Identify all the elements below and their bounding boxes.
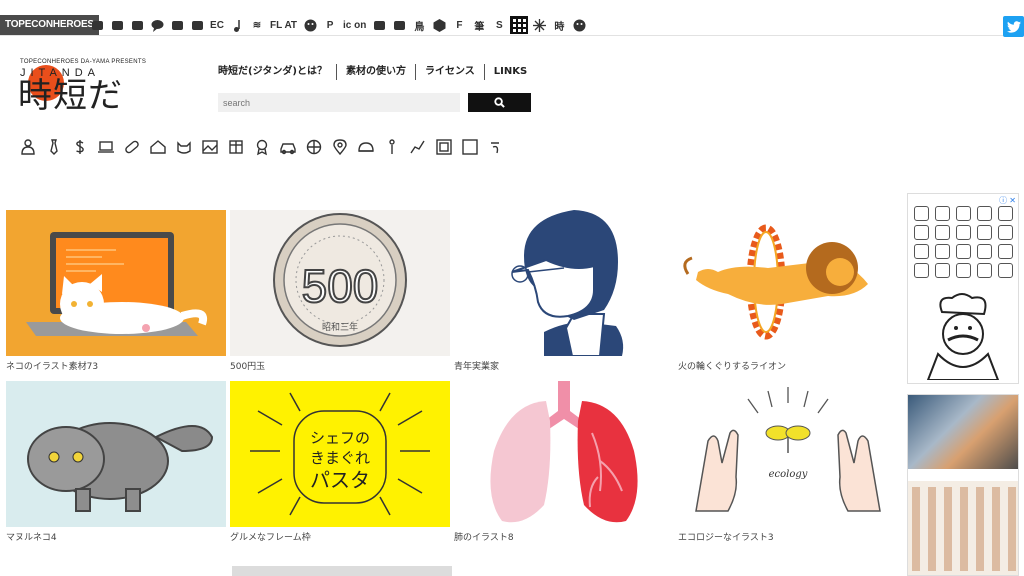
- ball-icon[interactable]: [304, 137, 324, 157]
- icon-site[interactable]: ic on: [341, 16, 368, 34]
- nav-links[interactable]: LINKS: [483, 64, 536, 80]
- square-icon[interactable]: [460, 137, 480, 157]
- necktie-icon[interactable]: [44, 137, 64, 157]
- nav-about[interactable]: 時短だ(ジタンダ)とは？: [218, 64, 336, 80]
- illustration-grid: ネコのイラスト素材73 500 昭和三年 500円玉 青年実業家 火の輪くぐりす…: [6, 210, 898, 542]
- p-site[interactable]: P: [321, 16, 339, 34]
- car-icon[interactable]: [278, 137, 298, 157]
- twitter-icon[interactable]: [1003, 16, 1024, 37]
- search-icon: [494, 97, 505, 108]
- person-icon[interactable]: [18, 137, 38, 157]
- picture-icon[interactable]: [200, 137, 220, 157]
- thumbnail[interactable]: シェフの きまぐれ パスタ: [230, 381, 450, 527]
- building-icon[interactable]: [370, 16, 388, 34]
- bed-icon[interactable]: [390, 16, 408, 34]
- s-site[interactable]: S: [490, 16, 508, 34]
- thumbnail[interactable]: [6, 381, 226, 527]
- line-site[interactable]: ≋: [248, 16, 266, 34]
- copy-icon[interactable]: [108, 16, 126, 34]
- person-icon[interactable]: [128, 16, 146, 34]
- card-caption[interactable]: マヌルネコ4: [6, 530, 226, 542]
- thumbnail[interactable]: 500 昭和三年: [230, 210, 450, 356]
- card-caption[interactable]: 火の輪くぐりするライオン: [678, 359, 898, 371]
- card-businessman[interactable]: 青年実業家: [454, 210, 674, 371]
- bookmark-icon[interactable]: [168, 16, 186, 34]
- site-icons: EC ≋ FL AT Pic on 鳥 F 筆 S 時: [88, 16, 588, 34]
- thumbnail[interactable]: ecology: [678, 381, 898, 527]
- helmet-icon[interactable]: [356, 137, 376, 157]
- music-note-icon[interactable]: [228, 16, 246, 34]
- brand-badge[interactable]: TOPECONHEROES: [0, 15, 99, 35]
- search-input[interactable]: [218, 93, 460, 112]
- thumbnail[interactable]: [454, 210, 674, 356]
- card-caption[interactable]: 青年実業家: [454, 359, 674, 371]
- pill-icon[interactable]: [122, 137, 142, 157]
- animal-icon[interactable]: [88, 16, 106, 34]
- f-site[interactable]: F: [450, 16, 468, 34]
- main-nav: 時短だ(ジタンダ)とは？ 素材の使い方 ライセンス LINKS: [218, 64, 536, 80]
- logo-japanese-text: 時短だ: [18, 76, 123, 116]
- next-row-peek: [232, 566, 452, 576]
- hexagon-icon[interactable]: [430, 16, 448, 34]
- frame-icon[interactable]: [434, 137, 454, 157]
- site-network-bar: TOPECONHEROES EC ≋ FL AT Pic on 鳥 F 筆 S 時: [0, 0, 1024, 37]
- burst-icon[interactable]: [530, 16, 548, 34]
- coin-value-text: 500: [302, 260, 379, 312]
- speech-bubble-icon[interactable]: [148, 16, 166, 34]
- ad-banner-bottom[interactable]: [907, 394, 1019, 576]
- grid-icon[interactable]: [510, 16, 529, 34]
- ec-site[interactable]: EC: [208, 16, 226, 34]
- chef-illustration: [926, 293, 1000, 380]
- card-caption[interactable]: ネコのイラスト素材73: [6, 359, 226, 371]
- time-site[interactable]: 時: [550, 16, 568, 34]
- card-gourmet-frame[interactable]: シェフの きまぐれ パスタ グルメなフレーム枠: [230, 381, 450, 542]
- card-cat-laptop[interactable]: ネコのイラスト素材73: [6, 210, 226, 371]
- logo-tagline: TOPECONHEROES DA-YAMA PRESENTS: [20, 59, 147, 65]
- site-logo[interactable]: TOPECONHEROES DA-YAMA PRESENTS JITANDA 時…: [18, 56, 168, 116]
- frame-text-1: シェフの: [310, 429, 370, 447]
- graph-icon[interactable]: [408, 137, 428, 157]
- figure-icon[interactable]: [382, 137, 402, 157]
- category-icons: [18, 137, 506, 157]
- search-button[interactable]: [468, 93, 531, 112]
- ad-banner-top[interactable]: ⓘ ✕: [907, 193, 1019, 384]
- ad-icon-grid: [914, 206, 1016, 278]
- map-pin-icon[interactable]: [330, 137, 350, 157]
- eco-text: ecology: [769, 469, 808, 480]
- nav-usage[interactable]: 素材の使い方: [335, 64, 415, 80]
- cat-icon[interactable]: [174, 137, 194, 157]
- card-ecology[interactable]: ecology エコロジーなイラスト3: [678, 381, 898, 542]
- thumbnail[interactable]: [454, 381, 674, 527]
- smiley-icon[interactable]: [301, 16, 319, 34]
- calendar-icon[interactable]: [226, 137, 246, 157]
- card-lion-fire-ring[interactable]: 火の輪くぐりするライオン: [678, 210, 898, 371]
- wave-icon[interactable]: [486, 137, 506, 157]
- ad-choices-icon[interactable]: ⓘ ✕: [999, 195, 1016, 206]
- card-caption[interactable]: 肺のイラスト8: [454, 530, 674, 542]
- card-lungs[interactable]: 肺のイラスト8: [454, 381, 674, 542]
- card-500-yen[interactable]: 500 昭和三年 500円玉: [230, 210, 450, 371]
- card-caption[interactable]: グルメなフレーム枠: [230, 530, 450, 542]
- nav-license[interactable]: ライセンス: [414, 64, 484, 80]
- card-caption[interactable]: 500円玉: [230, 359, 450, 371]
- brush-site[interactable]: 筆: [470, 16, 488, 34]
- house-icon[interactable]: [148, 137, 168, 157]
- laptop-icon[interactable]: [96, 137, 116, 157]
- medal-icon[interactable]: [252, 137, 272, 157]
- flower-icon[interactable]: [188, 16, 206, 34]
- thumbnail[interactable]: [678, 210, 898, 356]
- card-caption[interactable]: エコロジーなイラスト3: [678, 530, 898, 542]
- dollar-icon[interactable]: [70, 137, 90, 157]
- card-pallas-cat[interactable]: マヌルネコ4: [6, 381, 226, 542]
- thumbnail[interactable]: [6, 210, 226, 356]
- face-icon[interactable]: [570, 16, 588, 34]
- bird-site[interactable]: 鳥: [410, 16, 428, 34]
- coin-era-text: 昭和三年: [322, 321, 358, 333]
- frame-text-3: パスタ: [310, 468, 370, 492]
- flat-site[interactable]: FL AT: [268, 16, 299, 34]
- frame-text-2: きまぐれ: [310, 449, 370, 467]
